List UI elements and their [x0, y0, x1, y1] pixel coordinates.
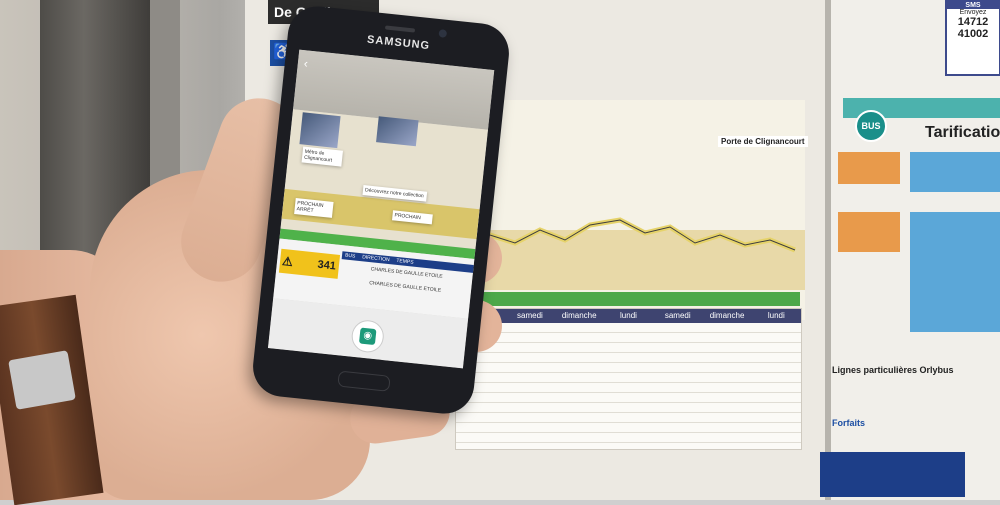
green-band [470, 292, 800, 306]
terminus-label: Porte de Clignancourt [718, 136, 808, 147]
blue-info-box [910, 152, 1000, 192]
sms-code-1: 14712 [957, 16, 989, 28]
forfait-info-box [820, 452, 965, 497]
front-camera-icon [438, 29, 448, 38]
tarif-title: Tarificatio [925, 124, 1000, 141]
schedule-row [456, 333, 801, 343]
time-col-header: TEMPS [396, 257, 414, 266]
schedule-row [456, 353, 801, 363]
schedule-row [456, 383, 801, 393]
orange-info-box [838, 152, 900, 184]
phone-screen: ‹ Métro de Clignancourt Découvrez notre … [267, 49, 495, 369]
schedule-row [456, 363, 801, 373]
schedule-header-row: samedi dimanche lundi samedi dimanche lu… [456, 309, 801, 323]
bus-line-number: 341 [316, 258, 337, 273]
schedule-row [456, 373, 801, 383]
schedule-row [456, 393, 801, 403]
bus-col-header: BUS [344, 252, 356, 260]
orange-info-box [838, 212, 900, 252]
phone-earpiece [384, 25, 416, 33]
sms-info-box: SMS Envoyez 14712 41002 [945, 0, 1000, 76]
sms-label: Envoyez [959, 9, 987, 16]
schedule-row [456, 433, 801, 443]
forfaits-title: Forfaits [832, 418, 866, 428]
ar-photo-thumbnail[interactable] [299, 112, 341, 149]
ar-photo-thumbnail[interactable] [376, 116, 419, 147]
schedule-header-1: samedi [517, 311, 543, 320]
schedule-row [456, 323, 801, 333]
sms-code-2: 41002 [957, 28, 989, 40]
smartphone: SAMSUNG ‹ Métro de Clignancourt Découvre… [250, 3, 512, 417]
schedule-header-5: dimanche [709, 311, 745, 320]
bus-logo-icon: BUS [855, 110, 887, 142]
schedule-header-2: dimanche [561, 311, 597, 320]
watch-clasp [8, 350, 76, 410]
home-button[interactable] [337, 370, 391, 392]
warning-icon: ⚠ [281, 253, 294, 270]
sms-title: SMS [947, 2, 999, 9]
schedule-row [456, 403, 801, 413]
schedule-header-4: samedi [664, 311, 691, 320]
direction-col-header: DIRECTION [361, 254, 390, 264]
schedule-row [456, 343, 801, 353]
schedule-header-6: lundi [767, 311, 785, 320]
camera-icon: ◉ [358, 327, 377, 346]
schedule-row [456, 413, 801, 423]
blue-info-box [910, 212, 1000, 332]
special-lines-title: Lignes particulières Orlybus [832, 365, 954, 375]
schedule-table: samedi dimanche lundi samedi dimanche lu… [455, 308, 802, 450]
schedule-header-3: lundi [620, 311, 637, 320]
schedule-row [456, 423, 801, 433]
route-line-path [470, 217, 796, 253]
